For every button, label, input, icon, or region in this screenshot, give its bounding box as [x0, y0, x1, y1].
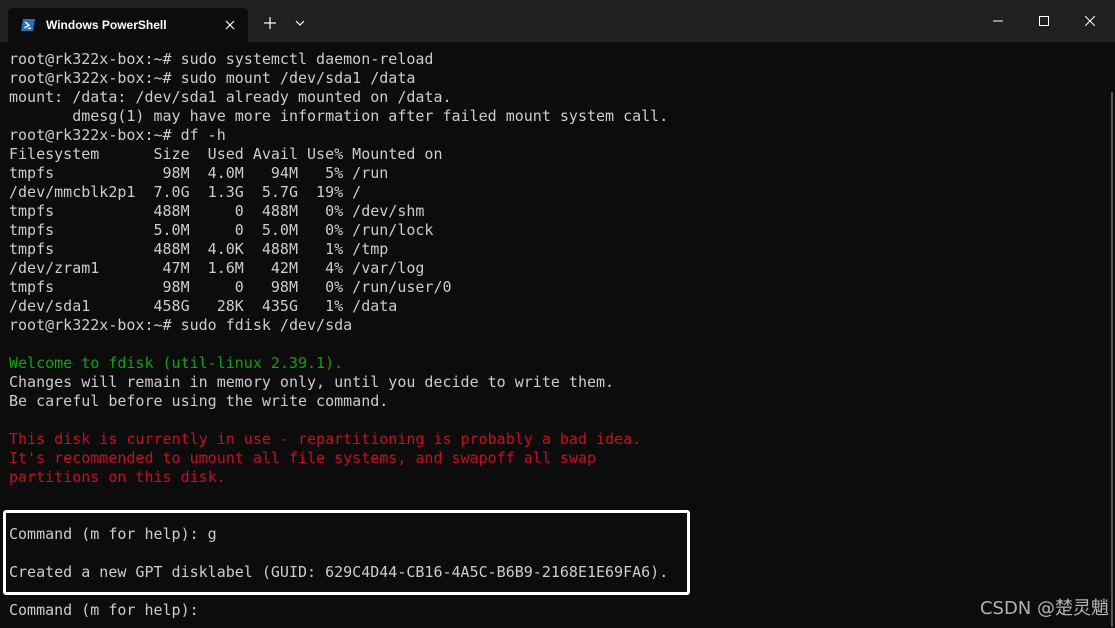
terminal-line: dmesg(1) may have more information after…: [9, 107, 669, 125]
terminal-line: root@rk322x-box:~# sudo fdisk /dev/sda: [9, 316, 353, 334]
plus-icon: [264, 17, 276, 29]
terminal-line: /dev/mmcblk2p1 7.0G 1.3G 5.7G 19% /: [9, 183, 362, 201]
minimize-icon: [993, 20, 1003, 22]
scrollbar[interactable]: [1111, 92, 1113, 627]
terminal-line-warning: It's recommended to umount all file syst…: [9, 449, 596, 467]
terminal-line: root@rk322x-box:~# sudo mount /dev/sda1 …: [9, 69, 416, 87]
terminal-line-warning: This disk is currently in use - repartit…: [9, 430, 642, 448]
powershell-icon: [20, 17, 36, 33]
terminal-line-prompt: Command (m for help):: [9, 601, 208, 619]
terminal-output[interactable]: root@rk322x-box:~# sudo systemctl daemon…: [0, 42, 1115, 628]
minimize-button[interactable]: [975, 0, 1021, 42]
tab-close-icon[interactable]: [222, 17, 238, 33]
new-tab-button[interactable]: [257, 10, 283, 36]
tab-dropdown-button[interactable]: [287, 10, 313, 36]
terminal-line: mount: /data: /dev/sda1 already mounted …: [9, 88, 452, 106]
maximize-icon: [1039, 16, 1049, 26]
terminal-line: tmpfs 488M 0 488M 0% /dev/shm: [9, 202, 425, 220]
terminal-line: root@rk322x-box:~# sudo systemctl daemon…: [9, 50, 434, 68]
terminal-window: Windows PowerShell root@rk322x-box:~# su…: [0, 0, 1115, 628]
maximize-button[interactable]: [1021, 0, 1067, 42]
terminal-line: /dev/sda1 458G 28K 435G 1% /data: [9, 297, 398, 315]
terminal-line: tmpfs 98M 4.0M 94M 5% /run: [9, 164, 389, 182]
terminal-line: tmpfs 5.0M 0 5.0M 0% /run/lock: [9, 221, 434, 239]
title-bar: Windows PowerShell: [0, 0, 1115, 42]
terminal-line: tmpfs 488M 4.0K 488M 1% /tmp: [9, 240, 389, 258]
tab-windows-powershell[interactable]: Windows PowerShell: [8, 8, 248, 42]
chevron-down-icon: [295, 20, 305, 26]
terminal-line: Be careful before using the write comman…: [9, 392, 389, 410]
terminal-line: /dev/zram1 47M 1.6M 42M 4% /var/log: [9, 259, 425, 277]
terminal-line-welcome: Welcome to fdisk (util-linux 2.39.1).: [9, 354, 344, 372]
close-icon: [1085, 16, 1095, 26]
terminal-line: Changes will remain in memory only, unti…: [9, 373, 615, 391]
tab-title: Windows PowerShell: [46, 18, 167, 32]
terminal-line: Filesystem Size Used Avail Use% Mounted …: [9, 145, 443, 163]
terminal-line: tmpfs 98M 0 98M 0% /run/user/0: [9, 278, 452, 296]
close-button[interactable]: [1067, 0, 1113, 42]
terminal-line: root@rk322x-box:~# df -h: [9, 126, 226, 144]
terminal-line-warning: partitions on this disk.: [9, 468, 226, 486]
watermark: CSDN @楚灵魈: [979, 598, 1109, 619]
highlight-box: [3, 510, 690, 595]
